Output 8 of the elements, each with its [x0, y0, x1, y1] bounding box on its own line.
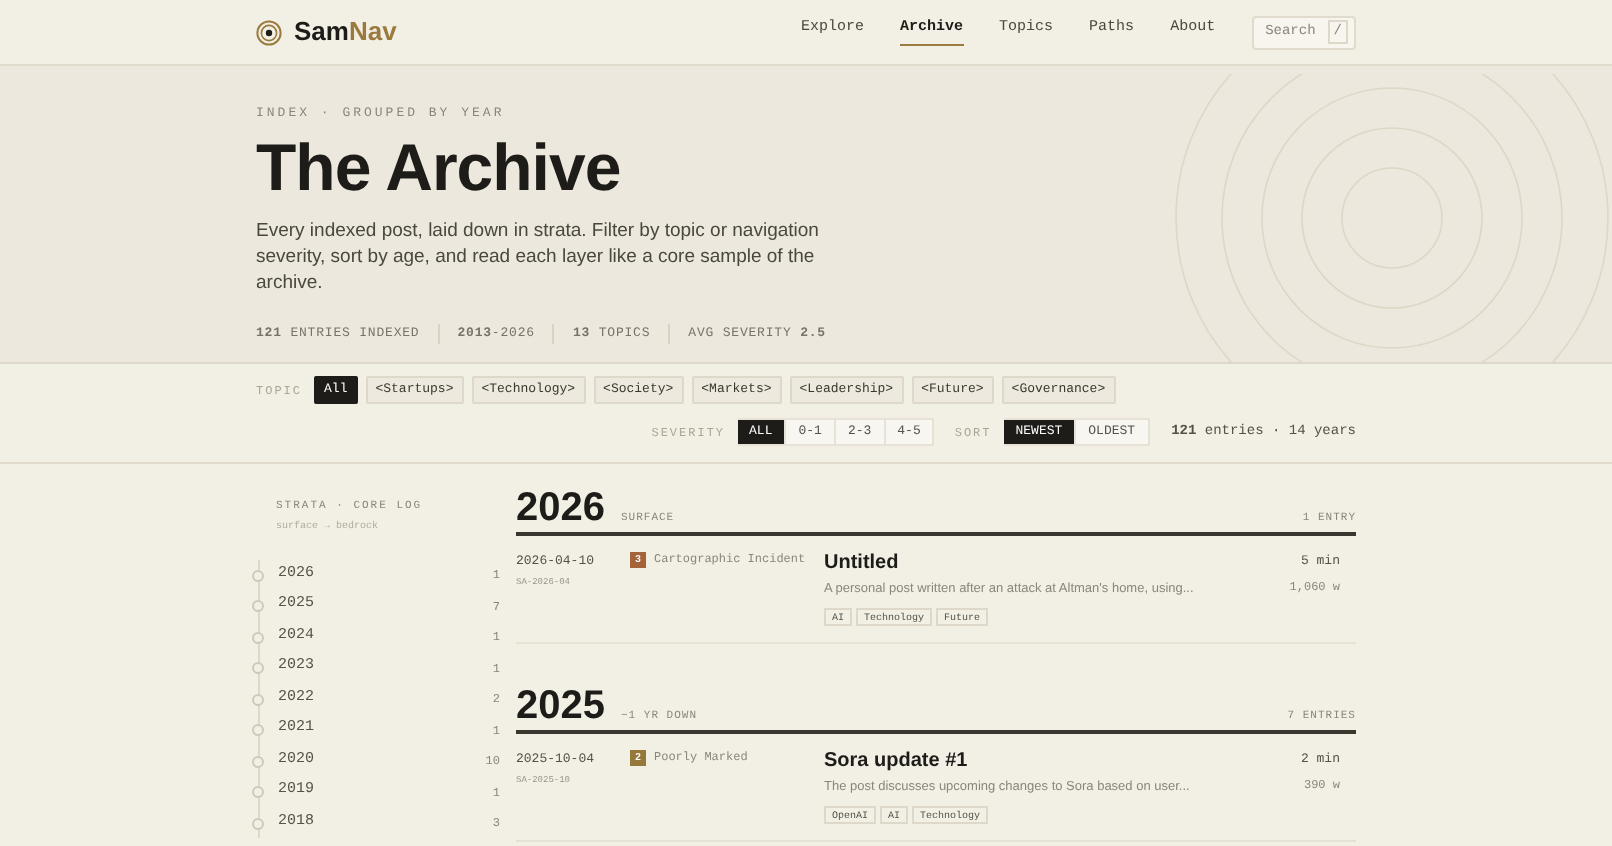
year-heading: 2026 [516, 490, 605, 526]
page-title: The Archive [256, 127, 623, 208]
logo-icon [256, 19, 282, 45]
entry-title[interactable]: Sora update #1 [824, 750, 1301, 773]
year-heading: 2025 [516, 688, 605, 724]
page-description: Every indexed post, laid down in strata. Filter by topic or navigation severity, sort by age, and read each layer like a core sample of the archive. [256, 217, 821, 296]
brand-name[interactable]: SamNav [294, 12, 397, 52]
entry-title[interactable]: Untitled [824, 552, 1290, 575]
